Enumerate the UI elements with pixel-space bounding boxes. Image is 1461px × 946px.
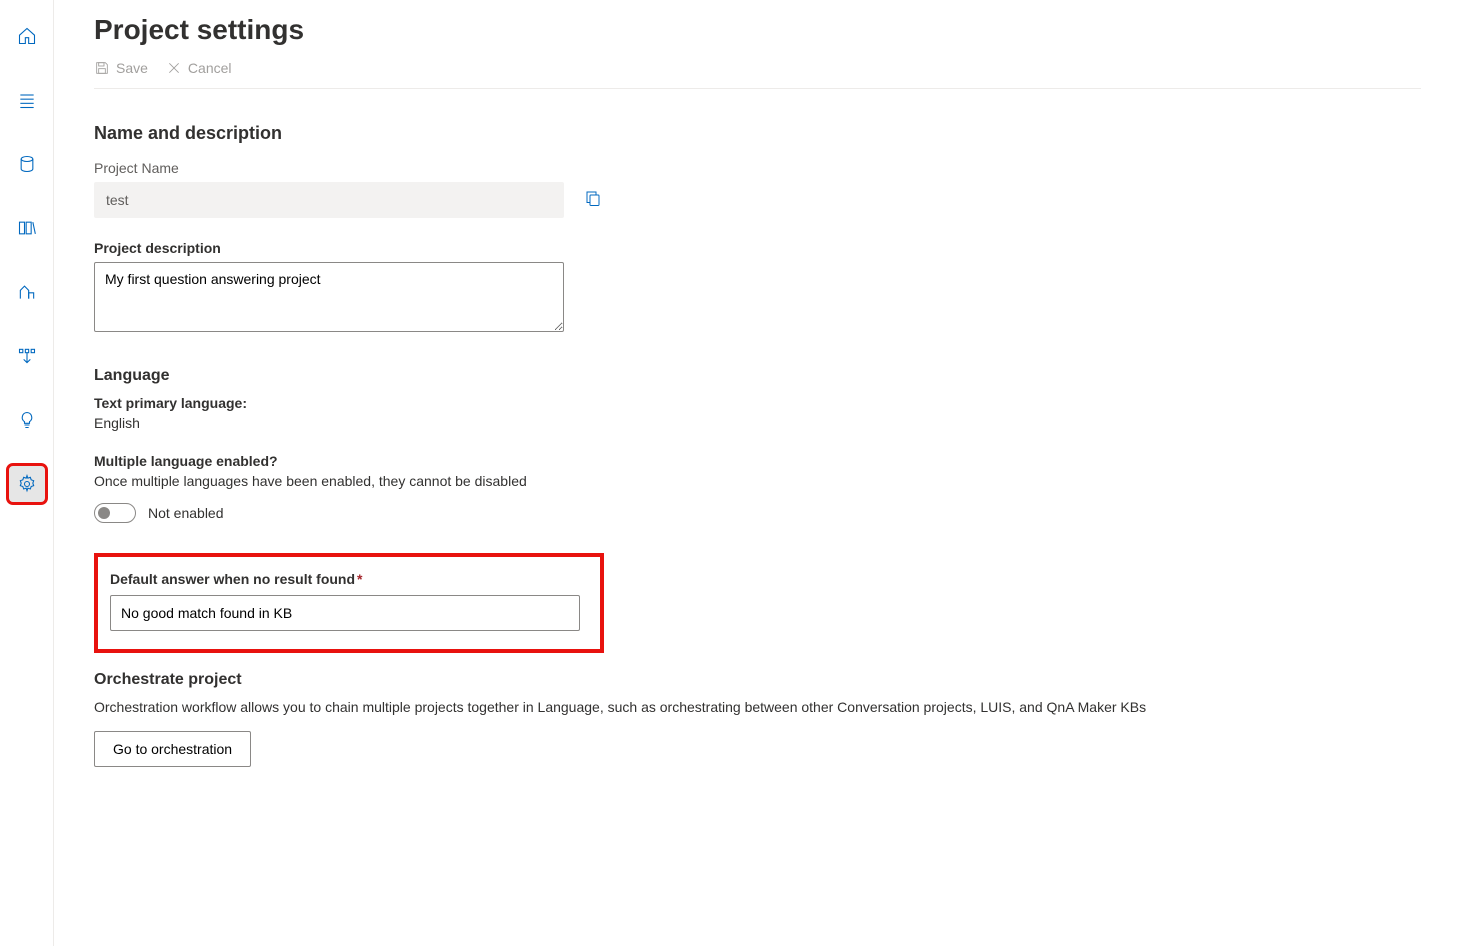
required-star: *: [357, 571, 362, 587]
save-button[interactable]: Save: [94, 60, 148, 76]
lightbulb-icon: [17, 410, 37, 430]
sidebar-item-home[interactable]: [9, 18, 45, 54]
sidebar-item-settings[interactable]: [9, 466, 45, 502]
primary-language-value: English: [94, 415, 1421, 431]
buildings-icon: [17, 282, 37, 302]
section-orchestrate: Orchestrate project: [94, 671, 1421, 689]
default-answer-highlight: Default answer when no result found*: [94, 553, 604, 653]
sidebar-item-insights[interactable]: [9, 402, 45, 438]
section-name-desc: Name and description: [94, 123, 1421, 144]
orchestrate-text: Orchestration workflow allows you to cha…: [94, 699, 1421, 715]
home-icon: [17, 26, 37, 46]
gear-icon: [17, 474, 37, 494]
cancel-label: Cancel: [188, 60, 232, 76]
default-answer-label-text: Default answer when no result found: [110, 571, 355, 587]
sidebar: [0, 0, 54, 946]
cancel-button[interactable]: Cancel: [166, 60, 232, 76]
save-icon: [94, 60, 110, 76]
primary-language-label: Text primary language:: [94, 395, 1421, 411]
copy-name-button[interactable]: [584, 189, 602, 212]
multi-language-toggle-label: Not enabled: [148, 505, 224, 521]
sidebar-item-list[interactable]: [9, 82, 45, 118]
default-answer-label: Default answer when no result found*: [110, 571, 588, 587]
project-desc-label: Project description: [94, 240, 1421, 256]
project-name-label: Project Name: [94, 160, 1421, 176]
sidebar-item-deploy[interactable]: [9, 338, 45, 374]
toolbar: Save Cancel: [94, 60, 1421, 89]
section-language: Language: [94, 367, 1421, 385]
deploy-icon: [17, 346, 37, 366]
multi-language-label: Multiple language enabled?: [94, 453, 1421, 469]
database-icon: [17, 154, 37, 174]
close-icon: [166, 60, 182, 76]
main-content: Project settings Save Cancel Name and de…: [54, 0, 1461, 946]
save-label: Save: [116, 60, 148, 76]
copy-icon: [584, 189, 602, 207]
page-title: Project settings: [94, 14, 1421, 46]
project-desc-input[interactable]: [94, 262, 564, 332]
multi-language-note: Once multiple languages have been enable…: [94, 473, 1421, 489]
project-name-input: [94, 182, 564, 218]
toggle-knob: [98, 507, 110, 519]
library-icon: [17, 218, 37, 238]
sidebar-item-data[interactable]: [9, 146, 45, 182]
multi-language-toggle[interactable]: [94, 503, 136, 523]
sidebar-item-library[interactable]: [9, 210, 45, 246]
list-icon: [17, 90, 37, 110]
sidebar-item-buildings[interactable]: [9, 274, 45, 310]
go-to-orchestration-button[interactable]: Go to orchestration: [94, 731, 251, 767]
default-answer-input[interactable]: [110, 595, 580, 631]
